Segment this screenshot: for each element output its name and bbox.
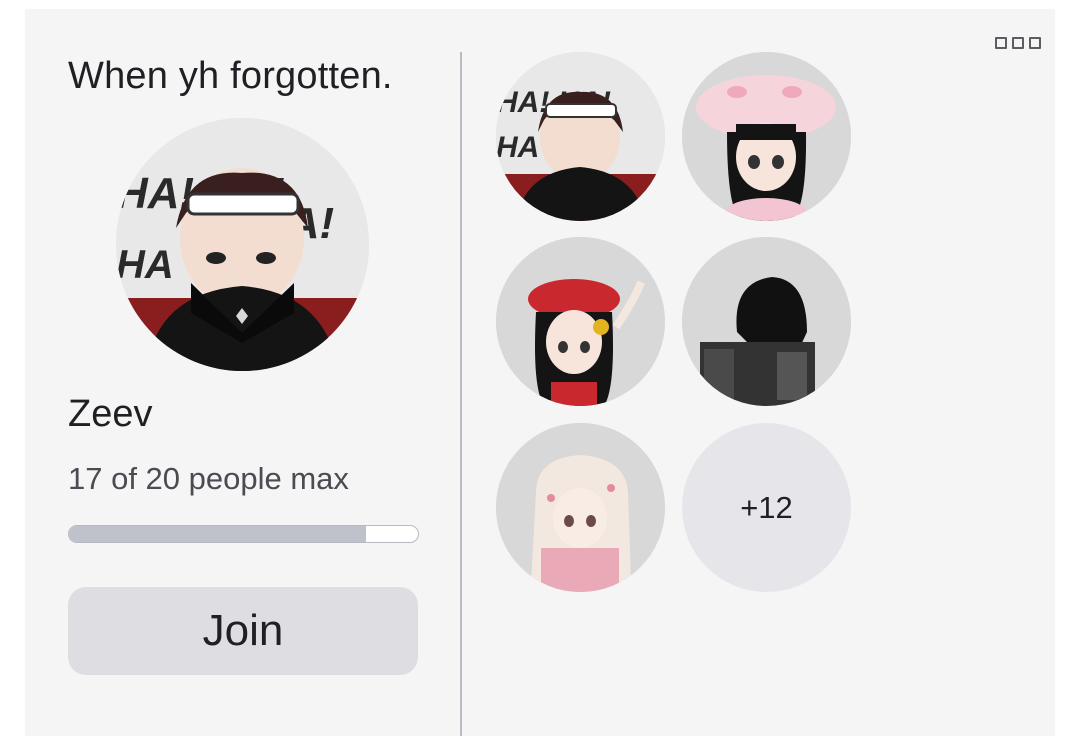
host-name: Zeev — [68, 393, 153, 435]
player-avatar[interactable] — [496, 423, 665, 592]
join-button[interactable]: Join — [68, 587, 418, 675]
player-avatar[interactable]: HA! HA! HA HA! — [496, 52, 665, 221]
player-avatar[interactable] — [496, 237, 665, 406]
menu-dot — [1012, 37, 1024, 49]
capacity-text: 17 of 20 people max — [68, 461, 349, 496]
capacity-progress-fill — [69, 526, 366, 542]
menu-dot — [1029, 37, 1041, 49]
menu-dot — [995, 37, 1007, 49]
capacity-progress-bar — [68, 525, 419, 543]
host-avatar[interactable]: HA! HA! HA! HA — [116, 118, 369, 371]
more-players-indicator[interactable]: +12 — [682, 423, 851, 592]
server-card: When yh forgotten. HA! HA! HA! HA Zeev 1… — [25, 9, 1055, 736]
player-avatar[interactable] — [682, 237, 851, 406]
panel-divider — [460, 52, 462, 736]
more-options-icon[interactable] — [995, 37, 1041, 49]
player-avatar[interactable] — [682, 52, 851, 221]
server-name: When yh forgotten. — [68, 55, 393, 97]
svg-text:HA: HA — [116, 243, 174, 287]
